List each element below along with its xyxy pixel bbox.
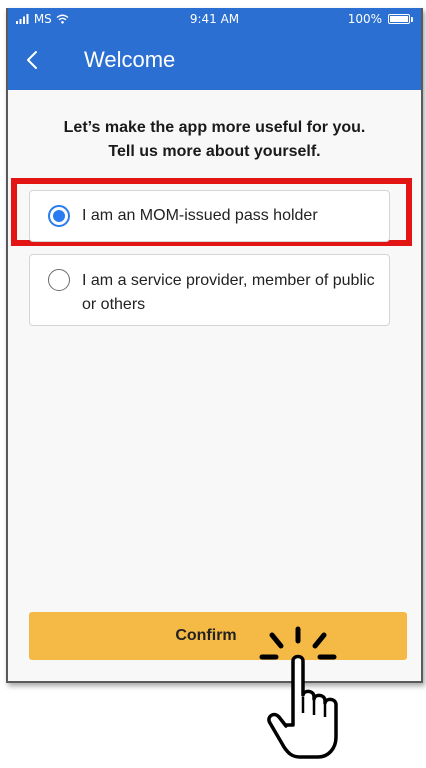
battery-percent: 100%	[347, 12, 382, 26]
page-title: Welcome	[84, 47, 176, 72]
battery-tip	[411, 16, 413, 22]
prompt-line-1: Let’s make the app more useful for you.	[63, 119, 366, 136]
option-label: I am an MOM-issued pass holder	[82, 207, 318, 224]
chevron-left-icon	[27, 51, 37, 69]
option-label: I am a service provider, member of publi…	[82, 272, 375, 313]
battery-icon	[388, 14, 410, 24]
navigation-bar: Welcome	[8, 30, 421, 90]
phone-screen: MS 9:41 AM 100% Welcome Let’s make the a…	[6, 8, 423, 683]
radio-selected-icon[interactable]	[48, 205, 70, 227]
radio-unselected-icon[interactable]	[48, 269, 70, 291]
back-button[interactable]	[26, 30, 66, 90]
option-pass-holder[interactable]: I am an MOM-issued pass holder	[29, 190, 390, 242]
status-right: 100%	[348, 8, 413, 30]
option-service-provider[interactable]: I am a service provider, member of publi…	[29, 254, 390, 326]
prompt-text: Let’s make the app more useful for you. …	[8, 116, 421, 164]
tap-hand-icon	[259, 626, 338, 759]
status-bar: MS 9:41 AM 100%	[8, 8, 421, 30]
confirm-label: Confirm	[175, 627, 237, 644]
prompt-line-2: Tell us more about yourself.	[108, 143, 321, 160]
